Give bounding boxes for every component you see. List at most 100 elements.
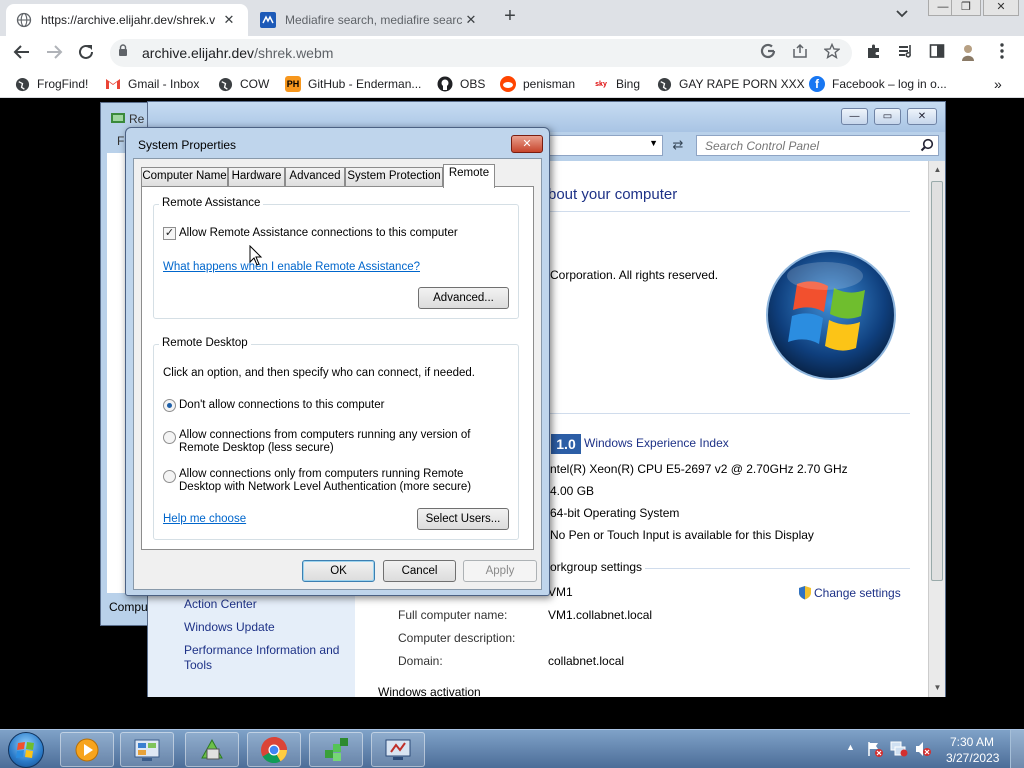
tab-remote[interactable]: Remote: [443, 164, 495, 188]
processor-value: ntel(R) Xeon(R) CPU E5-2697 v2 @ 2.70GHz…: [550, 462, 848, 476]
nav-windows-update[interactable]: Windows Update: [184, 620, 275, 635]
taskbar-chrome[interactable]: [247, 732, 301, 767]
control-panel-address-bar[interactable]: ▼: [538, 135, 663, 156]
taskbar-recycle-app[interactable]: [185, 732, 239, 767]
window-title: Re: [129, 112, 145, 126]
advanced-button[interactable]: Advanced...: [418, 287, 509, 309]
taskbar-control-panel[interactable]: [120, 732, 174, 767]
option-dont-allow[interactable]: Don't allow connections to this computer: [179, 399, 384, 412]
volume-muted-icon[interactable]: [914, 741, 932, 757]
forward-arrow-icon[interactable]: [44, 43, 64, 63]
google-lens-icon[interactable]: [758, 43, 778, 63]
vertical-scrollbar[interactable]: ▲ ▼: [928, 161, 945, 697]
dropdown-arrow-icon[interactable]: ▼: [649, 138, 658, 148]
bookmarks-overflow-icon[interactable]: »: [994, 76, 1002, 92]
close-tab-icon[interactable]: ✕: [462, 12, 480, 28]
bookmark-frogfind[interactable]: FrogFind!: [14, 76, 88, 92]
control-panel-search[interactable]: Search Control Panel: [696, 135, 939, 156]
bookmark-gmail[interactable]: Gmail - Inbox: [105, 76, 199, 92]
menu-kebab-icon[interactable]: [992, 43, 1012, 63]
close-icon[interactable]: ✕: [907, 108, 937, 125]
remote-assistance-help-link[interactable]: What happens when I enable Remote Assist…: [163, 261, 420, 273]
change-settings-link[interactable]: Change settings: [798, 585, 901, 600]
maximize-icon[interactable]: ▭: [874, 108, 901, 125]
tab-system-protection[interactable]: System Protection: [345, 167, 443, 186]
option-allow-nla-line1[interactable]: Allow connections only from computers ru…: [179, 468, 463, 481]
ok-button[interactable]: OK: [302, 560, 375, 582]
share-icon[interactable]: [790, 43, 810, 63]
bookmark-cow[interactable]: COW: [217, 76, 269, 92]
taskbar-cube-app[interactable]: [309, 732, 363, 767]
action-center-flag-icon[interactable]: [866, 741, 884, 757]
extensions-puzzle-icon[interactable]: [864, 43, 884, 63]
option-allow-nla-line2[interactable]: Desktop with Network Level Authenticatio…: [179, 481, 471, 494]
sky-icon: sky: [593, 76, 609, 92]
bookmark-facebook[interactable]: f Facebook – log in o...: [809, 76, 947, 92]
tab-search-chevron-icon[interactable]: [896, 9, 908, 21]
globe-icon: [16, 12, 32, 28]
windows-flag-icon: [16, 742, 34, 758]
select-users-button[interactable]: Select Users...: [417, 508, 509, 530]
wei-link[interactable]: Windows Experience Index: [584, 436, 729, 450]
show-desktop-button[interactable]: [1010, 730, 1024, 768]
bookmark-github-enderman[interactable]: PH GitHub - Enderman...: [285, 76, 421, 92]
search-icon[interactable]: [920, 138, 934, 155]
checkbox-label[interactable]: Allow Remote Assistance connections to t…: [179, 227, 458, 240]
nav-performance[interactable]: Performance Information and: [184, 643, 339, 658]
tab-shrek[interactable]: https://archive.elijahr.dev/shrek.v ✕: [6, 4, 248, 36]
apply-button[interactable]: Apply: [463, 560, 537, 582]
close-icon[interactable]: ✕: [511, 135, 543, 153]
option-allow-any-line2[interactable]: Remote Desktop (less secure): [179, 442, 334, 455]
side-panel-icon[interactable]: [927, 43, 947, 63]
radio-dont-allow[interactable]: [163, 399, 176, 412]
close-window-button[interactable]: ✕: [983, 0, 1019, 16]
bookmark-bing[interactable]: sky Bing: [593, 76, 640, 92]
close-tab-icon[interactable]: ✕: [220, 12, 238, 28]
reddit-icon: [500, 76, 516, 92]
tab-advanced[interactable]: Advanced: [285, 167, 345, 186]
chrome-icon: [261, 736, 288, 763]
cancel-button[interactable]: Cancel: [383, 560, 456, 582]
clock-date[interactable]: 3/27/2023: [946, 751, 999, 765]
nav-action-center[interactable]: Action Center: [184, 597, 257, 612]
allow-remote-assistance-checkbox[interactable]: ✓: [163, 227, 176, 240]
lock-icon[interactable]: [118, 44, 128, 56]
nav-performance-tools[interactable]: Tools: [184, 658, 212, 673]
taskbar-media-player[interactable]: [60, 732, 114, 767]
tab-title: Mediafire search, mediafire searc: [285, 13, 462, 27]
bookmark-reddit[interactable]: penisman: [500, 76, 575, 92]
start-button[interactable]: [8, 732, 44, 768]
restore-button[interactable]: ❐: [951, 0, 981, 16]
profile-avatar-icon[interactable]: [958, 43, 978, 63]
minimize-icon[interactable]: —: [841, 108, 868, 125]
url-text[interactable]: archive.elijahr.dev/shrek.webm: [142, 45, 333, 61]
search-placeholder: Search Control Panel: [705, 139, 820, 153]
scroll-down-icon[interactable]: ▼: [929, 683, 946, 692]
control-panel-icon: [134, 739, 160, 761]
tab-mediafire[interactable]: Mediafire search, mediafire searc ✕: [250, 4, 490, 36]
remote-assistance-group: Remote Assistance ✓ Allow Remote Assista…: [153, 197, 519, 319]
tab-hardware[interactable]: Hardware: [228, 167, 285, 186]
show-hidden-icons-chevron-icon[interactable]: ▲: [846, 742, 855, 752]
refresh-icon[interactable]: ⇄: [668, 135, 688, 156]
reload-icon[interactable]: [76, 43, 96, 63]
network-icon[interactable]: [890, 741, 908, 757]
taskbar-system-app[interactable]: [371, 732, 425, 767]
scroll-thumb[interactable]: [931, 181, 943, 581]
address-bar[interactable]: archive.elijahr.dev/shrek.webm: [110, 39, 852, 67]
clock-time[interactable]: 7:30 AM: [950, 735, 994, 749]
bookmark-obs[interactable]: OBS: [437, 76, 485, 92]
bookmark-globe-3[interactable]: GAY RAPE PORN XXX: [656, 76, 805, 92]
tab-computer-name[interactable]: Computer Name: [141, 167, 228, 186]
wei-score-badge[interactable]: 1.0: [551, 434, 581, 454]
media-control-icon[interactable]: [896, 43, 916, 63]
back-arrow-icon[interactable]: [12, 43, 32, 63]
new-tab-button[interactable]: +: [500, 6, 520, 27]
scroll-up-icon[interactable]: ▲: [929, 165, 946, 174]
option-allow-any-line1[interactable]: Allow connections from computers running…: [179, 429, 470, 442]
bookmark-star-icon[interactable]: [822, 42, 842, 63]
taskbar: ▲ 7:30 AM 3/27/2023: [0, 729, 1024, 768]
help-me-choose-link[interactable]: Help me choose: [163, 513, 246, 525]
radio-allow-any[interactable]: [163, 431, 176, 444]
radio-allow-nla[interactable]: [163, 470, 176, 483]
